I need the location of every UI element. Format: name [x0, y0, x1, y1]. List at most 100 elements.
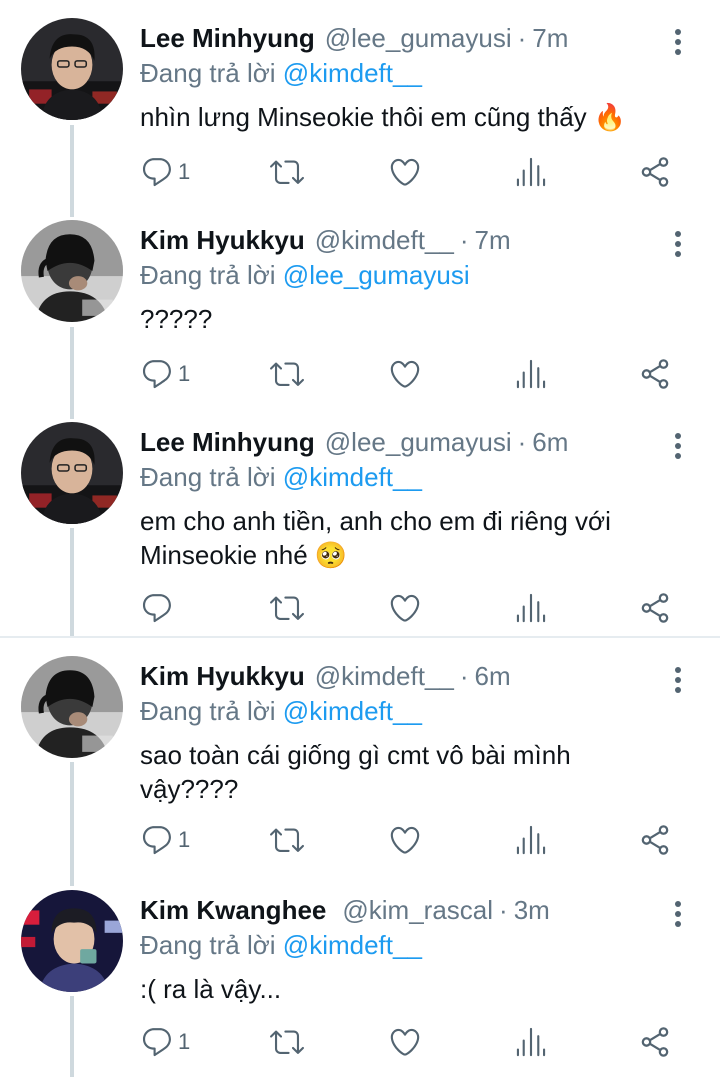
timestamp[interactable]: 6m	[475, 661, 511, 692]
share-icon	[638, 591, 672, 625]
share-button[interactable]	[638, 1022, 672, 1062]
reply-mention[interactable]: @kimdeft__	[283, 696, 422, 726]
tweet-header: Lee Minhyung @lee_gumayusi · 6m	[140, 422, 568, 462]
separator-dot: ·	[517, 22, 527, 53]
reply-context: Đang trả lời @kimdeft__	[140, 696, 422, 727]
like-icon	[388, 155, 422, 189]
reply-mention[interactable]: @kimdeft__	[283, 58, 422, 88]
display-name[interactable]: Lee Minhyung	[140, 427, 315, 458]
like-button[interactable]	[388, 152, 422, 192]
like-button[interactable]	[388, 1022, 422, 1062]
reply-icon	[140, 1025, 174, 1059]
tweet-text: ?????	[140, 302, 700, 336]
like-button[interactable]	[388, 354, 422, 394]
analytics-button[interactable]	[514, 354, 548, 394]
share-icon	[638, 155, 672, 189]
tweet-text-line: em cho anh tiền, anh cho em đi riêng với	[140, 506, 611, 536]
retweet-button[interactable]	[270, 152, 304, 192]
analytics-icon	[514, 155, 548, 189]
reply-button[interactable]: 1	[140, 354, 190, 394]
avatar[interactable]	[21, 18, 123, 120]
analytics-icon	[514, 591, 548, 625]
more-icon[interactable]	[664, 660, 692, 700]
tweet-text-line: Minseokie nhé 🥺	[140, 540, 348, 570]
analytics-button[interactable]	[514, 820, 548, 860]
tweet-header: Lee Minhyung @lee_gumayusi · 7m	[140, 18, 568, 58]
tweet[interactable]: Lee Minhyung @lee_gumayusi · 7m Đang trả…	[0, 18, 720, 198]
timestamp[interactable]: 3m	[514, 895, 550, 926]
avatar[interactable]	[21, 890, 123, 992]
reply-icon	[140, 591, 174, 625]
timestamp[interactable]: 7m	[532, 23, 568, 54]
user-handle[interactable]: @kimdeft__	[315, 661, 454, 692]
analytics-icon	[514, 823, 548, 857]
reply-button[interactable]	[140, 588, 178, 628]
retweet-icon	[270, 823, 304, 857]
retweet-icon	[270, 357, 304, 391]
tweet-header: Kim Hyukkyu @kimdeft__ · 6m	[140, 656, 511, 696]
like-button[interactable]	[388, 588, 422, 628]
user-handle[interactable]: @kim_rascal	[342, 895, 493, 926]
reply-icon	[140, 155, 174, 189]
divider	[0, 636, 720, 638]
avatar[interactable]	[21, 422, 123, 524]
share-button[interactable]	[638, 588, 672, 628]
tweet[interactable]: Kim Hyukkyu @kimdeft__ · 6m Đang trả lời…	[0, 656, 720, 868]
analytics-button[interactable]	[514, 588, 548, 628]
action-bar	[140, 588, 680, 628]
tweet-text-line: sao toàn cái giống gì cmt vô bài mình	[140, 740, 571, 770]
reply-mention[interactable]: @kimdeft__	[283, 462, 422, 492]
tweet-text: :( ra là vậy...	[140, 972, 700, 1006]
more-icon[interactable]	[664, 22, 692, 62]
user-handle[interactable]: @lee_gumayusi	[325, 427, 512, 458]
tweet-text-line: vậy????	[140, 774, 239, 804]
action-bar: 1	[140, 152, 680, 192]
tweet-text-line: :( ra là vậy...	[140, 974, 282, 1004]
more-icon[interactable]	[664, 426, 692, 466]
user-handle[interactable]: @lee_gumayusi	[325, 23, 512, 54]
share-icon	[638, 823, 672, 857]
user-handle[interactable]: @kimdeft__	[315, 225, 454, 256]
analytics-button[interactable]	[514, 1022, 548, 1062]
share-button[interactable]	[638, 820, 672, 860]
reply-mention[interactable]: @lee_gumayusi	[283, 260, 470, 290]
reply-prefix: Đang trả lời	[140, 462, 276, 492]
display-name[interactable]: Kim Hyukkyu	[140, 225, 305, 256]
reply-prefix: Đang trả lời	[140, 58, 276, 88]
avatar[interactable]	[21, 656, 123, 758]
reply-context: Đang trả lời @lee_gumayusi	[140, 260, 470, 291]
analytics-button[interactable]	[514, 152, 548, 192]
like-button[interactable]	[388, 820, 422, 860]
timestamp[interactable]: 6m	[532, 427, 568, 458]
display-name[interactable]: Lee Minhyung	[140, 23, 315, 54]
share-button[interactable]	[638, 152, 672, 192]
retweet-button[interactable]	[270, 588, 304, 628]
timestamp[interactable]: 7m	[475, 225, 511, 256]
tweet[interactable]: Lee Minhyung @lee_gumayusi · 6m Đang trả…	[0, 422, 720, 634]
reply-count: 1	[178, 827, 191, 852]
retweet-icon	[270, 155, 304, 189]
analytics-icon	[514, 1025, 548, 1059]
display-name[interactable]: Kim Kwanghee	[140, 895, 326, 926]
avatar[interactable]	[21, 220, 123, 322]
action-bar: 1	[140, 820, 680, 860]
reply-prefix: Đang trả lời	[140, 260, 276, 290]
tweet[interactable]: Kim Hyukkyu @kimdeft__ · 7m Đang trả lời…	[0, 220, 720, 400]
share-icon	[638, 1025, 672, 1059]
reply-mention[interactable]: @kimdeft__	[283, 930, 422, 960]
retweet-button[interactable]	[270, 354, 304, 394]
reply-count: 1	[178, 361, 191, 386]
more-icon[interactable]	[664, 224, 692, 264]
reply-button[interactable]: 1	[140, 1022, 190, 1062]
retweet-button[interactable]	[270, 820, 304, 860]
reply-button[interactable]: 1	[140, 820, 190, 860]
more-icon[interactable]	[664, 894, 692, 934]
share-button[interactable]	[638, 354, 672, 394]
tweet-header: Kim Hyukkyu @kimdeft__ · 7m	[140, 220, 511, 260]
retweet-button[interactable]	[270, 1022, 304, 1062]
reply-prefix: Đang trả lời	[140, 696, 276, 726]
display-name[interactable]: Kim Hyukkyu	[140, 661, 305, 692]
tweet[interactable]: Kim Kwanghee @kim_rascal · 3m Đang trả l…	[0, 890, 720, 1070]
separator-dot: ·	[459, 224, 469, 255]
reply-button[interactable]: 1	[140, 152, 190, 192]
